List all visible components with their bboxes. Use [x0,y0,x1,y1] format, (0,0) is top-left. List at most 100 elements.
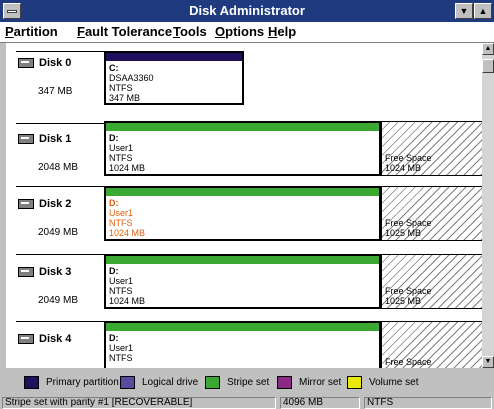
menu-help-mnemonic: H [268,24,278,39]
menu-options-mnemonic: O [215,24,226,39]
legend-bar: Primary partition Logical drive Stripe s… [6,371,494,393]
legend-swatch [347,376,362,389]
free-space-info: Free Space 1024 MB [385,153,432,173]
partition-info: D: User1 NTFS 1024 MB [109,198,145,238]
partition-filesystem: NTFS [109,286,133,296]
disk-row-3: Disk 3 2049 MB D: User1 NTFS 1024 MB Fre… [6,252,482,314]
legend-volume-set: Volume set [347,376,418,389]
free-space[interactable]: Free Space 1025 MB [381,186,482,241]
disk-label[interactable]: Disk 3 [18,266,71,278]
disk-row-0: Disk 0 347 MB C: DSAA3360 NTFS 347 MB [6,43,482,105]
partition-color-bar [106,256,379,264]
partition-color-bar [106,123,379,131]
disk-label[interactable]: Disk 4 [18,333,71,345]
disk-size: 2049 MB [38,227,79,238]
legend-label: Volume set [369,377,419,388]
disk-separator [16,51,106,52]
free-space[interactable]: Free Space 1025 MB [381,254,482,309]
disk-name: Disk 0 [39,57,72,69]
partition-d[interactable]: D: User1 NTFS 1024 MB [104,254,381,309]
menu-fault-tolerance-mnemonic: F [77,24,85,39]
partition-filesystem: NTFS [109,83,133,93]
partition-d[interactable]: D: User1 NTFS [104,321,381,368]
free-space-size: 1025 MB [385,228,422,238]
partition-filesystem: NTFS [109,153,133,163]
disk-size: 2049 MB [38,295,79,306]
menu-partition[interactable]: Partition [5,24,58,39]
scroll-up-button[interactable]: ▲ [482,43,494,55]
legend-swatch [24,376,39,389]
hard-disk-icon [18,334,34,344]
partition-letter: D: [109,198,119,208]
partition-color-bar [106,53,242,61]
minimize-button[interactable]: ▼ [455,3,473,19]
disk-separator [16,254,106,255]
disk-map-area: Disk 0 347 MB C: DSAA3360 NTFS 347 MB Di… [6,43,482,368]
status-size: 4096 MB [280,397,360,409]
disk-label[interactable]: Disk 1 [18,133,71,145]
arrow-up-icon: ▲ [484,45,492,52]
disk-size: 2048 MB [38,162,79,173]
legend-label: Logical drive [142,377,199,388]
free-space-label: Free Space [385,357,432,367]
disk-administrator-window: Disk Administrator ▼ ▲ Partition Fault T… [0,0,494,409]
partition-size: 1024 MB [109,228,146,238]
free-space-size: 1025 MB [385,296,422,306]
menu-bar: Partition Fault Tolerance Tools Options … [0,22,494,43]
partition-info: C: DSAA3360 NTFS 347 MB [109,63,154,103]
free-space-info: Free Space 1025 MB [385,286,432,306]
maximize-button[interactable]: ▲ [474,3,492,19]
window-title: Disk Administrator [189,3,305,18]
menu-help[interactable]: Help [268,24,296,39]
title-bar[interactable]: Disk Administrator ▼ ▲ [0,0,494,22]
hard-disk-icon [18,58,34,68]
scroll-thumb[interactable] [482,59,494,73]
partition-d-selected[interactable]: D: User1 NTFS 1024 MB [104,186,381,241]
menu-fault-tolerance-label: ault Tolerance [84,24,173,39]
menu-tools-label: ools [179,24,207,39]
status-filesystem: NTFS [364,397,492,409]
scroll-down-button[interactable]: ▼ [482,356,494,368]
partition-color-bar [106,188,379,196]
partition-info: D: User1 NTFS 1024 MB [109,133,145,173]
menu-options-label: ptions [225,24,265,39]
disk-label[interactable]: Disk 2 [18,198,71,210]
disk-row-2: Disk 2 2049 MB D: User1 NTFS 1024 MB Fre… [6,184,482,246]
partition-color-bar [106,323,379,331]
partition-size: 1024 MB [109,163,146,173]
menu-fault-tolerance[interactable]: Fault Tolerance [77,24,172,39]
partition-size: 1024 MB [109,296,146,306]
hard-disk-icon [18,134,34,144]
legend-label: Primary partition [46,377,119,388]
hard-disk-icon [18,199,34,209]
status-description: Stripe set with parity #1 [RECOVERABLE] [2,397,276,409]
partition-c[interactable]: C: DSAA3360 NTFS 347 MB [104,51,244,105]
menu-tools-mnemonic: T [173,24,180,39]
arrow-down-icon: ▼ [484,358,492,365]
legend-label: Mirror set [299,377,342,388]
disk-label[interactable]: Disk 0 [18,57,71,69]
legend-logical-drive: Logical drive [120,376,198,389]
disk-name: Disk 4 [39,333,72,345]
partition-letter: D: [109,266,119,276]
free-space-size: 1024 MB [385,163,422,173]
partition-d[interactable]: D: User1 NTFS 1024 MB [104,121,381,176]
legend-swatch [120,376,135,389]
free-space-info: Free Space 1025 MB [385,218,432,238]
hard-disk-icon [18,267,34,277]
legend-swatch [205,376,220,389]
free-space[interactable]: Free Space [381,321,482,368]
menu-options[interactable]: Options [215,24,264,39]
partition-label: User1 [109,276,134,286]
vertical-scrollbar[interactable]: ▲ ▼ [482,43,494,368]
menu-tools[interactable]: Tools [173,24,207,39]
disk-row-1: Disk 1 2048 MB D: User1 NTFS 1024 MB Fre… [6,119,482,181]
legend-swatch [277,376,292,389]
partition-letter: C: [109,63,119,73]
partition-label: User1 [109,143,134,153]
legend-stripe-set: Stripe set [205,376,269,389]
disk-row-4: Disk 4 D: User1 NTFS Free Space [6,319,482,368]
free-space[interactable]: Free Space 1024 MB [381,121,482,176]
partition-info: D: User1 NTFS [109,333,133,363]
partition-info: D: User1 NTFS 1024 MB [109,266,145,306]
